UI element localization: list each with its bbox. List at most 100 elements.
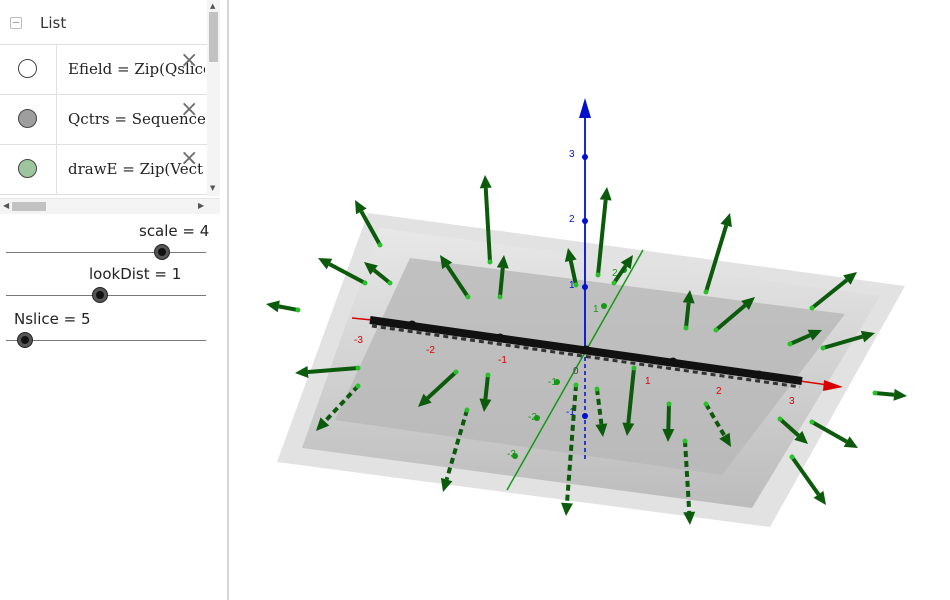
axis-tick-dot	[534, 415, 540, 421]
field-vector-base-dot	[355, 383, 361, 389]
vertical-scrollbar[interactable]: ▲ ▼	[207, 0, 220, 196]
marble-cell	[0, 145, 57, 194]
field-vector-head	[266, 300, 280, 313]
field-vector-base-dot	[809, 419, 815, 425]
field-vector-shaft	[684, 302, 691, 329]
field-vector-shaft	[278, 304, 299, 312]
field-vector-head	[479, 175, 492, 189]
field-vector-shaft	[666, 403, 671, 430]
field-vector-head	[295, 365, 309, 378]
field-vector-shaft	[498, 267, 505, 298]
scroll-down-icon[interactable]: ▼	[210, 184, 215, 192]
field-vector-base-dot	[789, 454, 795, 460]
graphics-3d-view[interactable]: -3-2-1123-3-2-112-11230	[229, 0, 950, 600]
field-vector-base-dot	[497, 294, 503, 300]
scroll-right-icon[interactable]: ▶	[198, 201, 204, 210]
marble-cell	[0, 45, 57, 94]
field-vector-base-dot	[573, 382, 579, 388]
field-vector-head	[599, 187, 612, 201]
list-title: List	[40, 14, 67, 32]
field-vector-base-dot	[787, 341, 793, 347]
axis-tick-dot	[582, 413, 588, 419]
marble-cell	[0, 95, 57, 144]
delete-drawe-icon[interactable]: ×	[180, 148, 198, 170]
field-vector-base-dot	[666, 401, 672, 407]
field-vector-head	[683, 511, 696, 525]
algebra-row-qctrs[interactable]: Qctrs = Sequence	[0, 95, 207, 145]
axis-tick-label: -1	[498, 355, 507, 366]
field-vector-head	[720, 213, 732, 228]
field-vector-base-dot	[611, 280, 617, 286]
axis-tick-dot	[582, 284, 588, 290]
field-vector-base-dot	[820, 345, 826, 351]
algebra-row-drawe[interactable]: drawE = Zip(Vect	[0, 145, 207, 195]
vertical-scroll-thumb[interactable]	[209, 12, 218, 62]
algebra-row-efield[interactable]: Efield = Zip(Qslice	[0, 45, 207, 95]
slider-nslice-label: Nslice = 5	[14, 310, 91, 328]
field-vector-base-dot	[295, 307, 301, 313]
field-vector-base-dot	[809, 305, 815, 311]
delete-efield-icon[interactable]: ×	[180, 50, 198, 72]
axis-tick-label: 2	[569, 214, 575, 225]
field-vector-base-dot	[683, 325, 689, 331]
visibility-marble-icon[interactable]	[18, 159, 37, 178]
axis-tick-label: 0	[573, 366, 579, 377]
field-vector-base-dot	[703, 289, 709, 295]
field-vector-base-dot	[713, 327, 719, 333]
slider-nslice-knob[interactable]	[17, 332, 33, 348]
field-vector-base-dot	[595, 272, 601, 278]
field-vector-base-dot	[387, 280, 393, 286]
field-vector-base-dot	[573, 282, 579, 288]
field-vector-head	[561, 502, 573, 516]
field-vector-base-dot	[377, 242, 383, 248]
axis-tick-label: 3	[789, 396, 795, 407]
visibility-marble-icon[interactable]	[18, 109, 37, 128]
axis-tick-dot	[601, 303, 607, 309]
scroll-left-icon[interactable]: ◀	[3, 201, 9, 210]
slider-lookdist-label: lookDist = 1	[89, 265, 182, 283]
charge-point	[668, 357, 678, 367]
collapse-icon[interactable]	[10, 17, 22, 29]
field-vector-base-dot	[631, 365, 637, 371]
field-vector-base-dot	[594, 386, 600, 392]
field-vector-base-dot	[464, 407, 470, 413]
delete-qctrs-icon[interactable]: ×	[180, 99, 198, 121]
slider-lookdist-knob[interactable]	[92, 287, 108, 303]
slider-nslice-track[interactable]	[6, 340, 206, 341]
horizontal-scrollbar[interactable]: ◀ ▶	[0, 198, 220, 214]
axis-tick-dot	[554, 379, 560, 385]
field-vector-base-dot	[485, 372, 491, 378]
axis-tick-dot	[582, 154, 588, 160]
slider-scale-label: scale = 4	[139, 222, 210, 240]
field-vector-shaft	[874, 391, 895, 397]
field-vector-base-dot	[872, 390, 878, 396]
field-vector-base-dot	[453, 369, 459, 375]
horizontal-scroll-thumb[interactable]	[12, 202, 46, 211]
axis-tick-label: -2	[426, 345, 435, 356]
axis-tick-label: 1	[645, 376, 651, 387]
charge-point	[407, 320, 417, 330]
axis-tick-dot	[512, 453, 518, 459]
field-vector-base-dot	[362, 280, 368, 286]
charge-point	[581, 345, 591, 355]
algebra-view: List Efield = Zip(Qslice Qctrs = Sequenc…	[0, 0, 220, 600]
z-axis-arrow-icon	[579, 98, 591, 118]
field-vector-head	[893, 388, 907, 401]
charge-point	[754, 370, 764, 380]
field-vector-base-dot	[355, 365, 361, 371]
scroll-up-icon[interactable]: ▲	[210, 2, 215, 10]
slider-scale-knob[interactable]	[154, 244, 170, 260]
axis-tick-label: 2	[716, 386, 722, 397]
field-vector-base-dot	[682, 438, 688, 444]
list-header: List	[0, 0, 207, 45]
axis-tick-label: 1	[593, 304, 599, 315]
axis-tick-label: 3	[569, 149, 575, 160]
axis-tick-label: -3	[354, 335, 363, 346]
visibility-marble-icon[interactable]	[18, 59, 37, 78]
field-vector-base-dot	[777, 416, 783, 422]
axis-tick-dot	[582, 218, 588, 224]
slider-scale-track[interactable]	[6, 252, 206, 253]
field-vector-base-dot	[487, 259, 493, 265]
field-vector-base-dot	[703, 401, 709, 407]
field-vector-base-dot	[465, 294, 471, 300]
